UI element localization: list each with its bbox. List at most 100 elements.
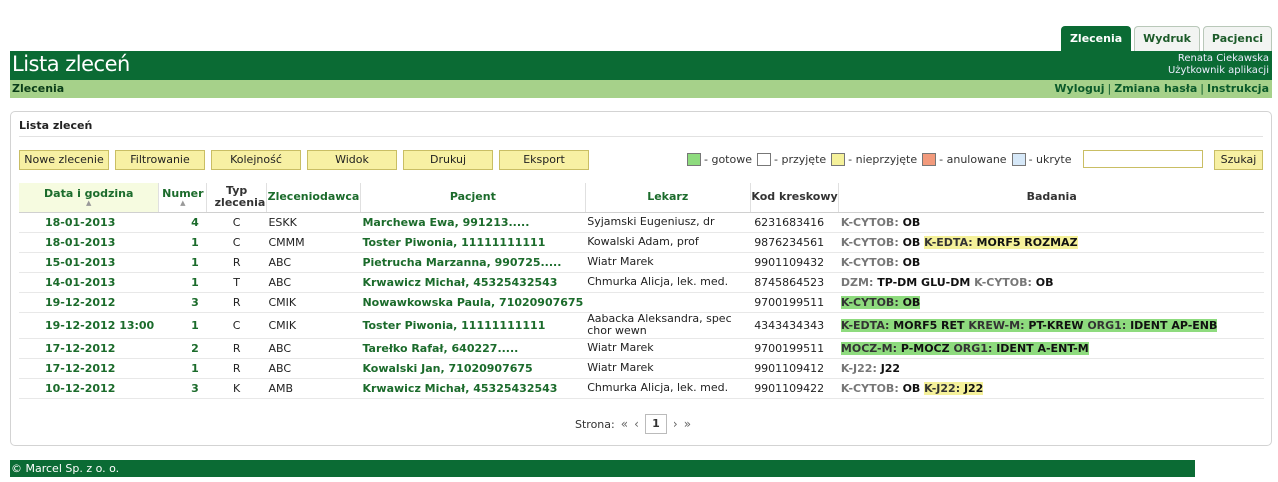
cell-type: K [206, 378, 267, 399]
cell-doctor: Chmurka Alicja, lek. med. [585, 378, 751, 399]
test-group: DZM: TP-DM GLU-DM K-CYTOB: OB [841, 276, 1054, 289]
cell-orderer: CMIK [266, 292, 361, 313]
test-code: K-CYTOB: [840, 381, 899, 395]
test-group: K-CYTOB: OB [840, 295, 921, 309]
cell-patient[interactable]: Toster Piwonia, 11111111111 [360, 232, 586, 253]
cell-barcode: 6231683416 [750, 212, 839, 233]
tab-wydruk[interactable]: Wydruk [1134, 26, 1200, 51]
cell-patient[interactable]: Toster Piwonia, 11111111111 [360, 312, 586, 339]
cell-doctor: Aabacka Aleksandra, spec chor wewn [585, 312, 751, 339]
cell-patient[interactable]: Kowalski Jan, 71020907675 [360, 358, 586, 379]
cell-patient[interactable]: Marchewa Ewa, 991213..... [360, 212, 586, 233]
view-button[interactable]: Widok [307, 150, 397, 170]
orders-panel: Lista zleceń Nowe zlecenie Filtrowanie K… [10, 111, 1272, 446]
cell-patient[interactable]: Krwawicz Michał, 45325432543 [360, 272, 586, 293]
user-role: Użytkownik aplikacji [1167, 65, 1269, 76]
cell-type: C [206, 232, 267, 253]
new-order-button[interactable]: Nowe zlecenie [19, 150, 109, 170]
toolbar: Nowe zlecenie Filtrowanie Kolejność Wido… [19, 150, 589, 170]
cell-tests: K-CYTOB: OB K-EDTA: MORF5 ROZMAZ [838, 232, 1264, 253]
column-header-orderer[interactable]: Zleceniodawca [265, 183, 361, 213]
table-row[interactable]: 17-12-2012 1 R ABC Kowalski Jan, 71020907675… [19, 358, 1264, 379]
column-header-doctor[interactable]: Lekarz [584, 183, 751, 213]
cell-date[interactable]: 18-01-2013 [19, 212, 159, 233]
table-row[interactable]: 19-12-2012 3 R CMIK Nowawkowska Paula, 71020… [19, 292, 1264, 313]
sort-arrow-icon: ▲ [86, 199, 92, 208]
cell-type: R [206, 358, 267, 379]
test-code: K-EDTA: [924, 235, 973, 249]
cell-doctor: Chmurka Alicja, lek. med. [585, 272, 751, 293]
cell-barcode: 9876234561 [750, 232, 839, 253]
column-header-type[interactable]: Typ zlecenia [206, 183, 267, 213]
column-header-patient[interactable]: Pacjent [359, 183, 586, 213]
cell-type: C [206, 312, 267, 339]
legend-item: - ukryte [1011, 153, 1071, 166]
cell-number: 1 [158, 252, 207, 273]
table-row[interactable]: 18-01-2013 1 C CMMM Toster Piwonia, 11111111… [19, 232, 1264, 253]
test-code: K-CYTOB: [840, 215, 899, 229]
table-row[interactable]: 10-12-2012 3 K AMB Krwawicz Michał, 45325432… [19, 378, 1264, 399]
legend-label: - przyjęte [774, 153, 827, 166]
print-button[interactable]: Drukuj [403, 150, 493, 170]
search-input[interactable] [1083, 150, 1203, 168]
cell-date[interactable]: 15-01-2013 [19, 252, 159, 273]
test-value: OB [1035, 275, 1054, 289]
search-button[interactable]: Szukaj [1214, 150, 1263, 170]
cell-barcode: 4343434343 [750, 312, 839, 339]
sort-order-button[interactable]: Kolejność [211, 150, 301, 170]
first-page-icon[interactable]: « [621, 417, 628, 431]
cell-date[interactable]: 10-12-2012 [19, 378, 159, 399]
current-page[interactable]: 1 [644, 414, 667, 434]
test-group: K-EDTA: MORF5 ROZMAZ [924, 235, 1078, 249]
legend-label: - gotowe [704, 153, 752, 166]
cell-type: R [206, 338, 267, 359]
cell-date[interactable]: 14-01-2013 [19, 272, 159, 293]
cell-date[interactable]: 17-12-2012 [19, 338, 159, 359]
link-separator: | [1107, 82, 1112, 95]
next-page-icon[interactable]: › [673, 417, 678, 431]
cell-patient[interactable]: Nowawkowska Paula, 71020907675 [360, 292, 586, 313]
cell-date[interactable]: 19-12-2012 13:00 [19, 312, 159, 339]
tab-zlecenia[interactable]: Zlecenia [1060, 26, 1132, 51]
test-code: K-CYTOB: [840, 255, 899, 269]
table-row[interactable]: 19-12-2012 13:00 1 C CMIK Toster Piwonia, 11… [19, 312, 1264, 339]
cell-orderer: CMIK [266, 312, 361, 339]
legend-item: - nieprzyjęte [831, 153, 917, 166]
cell-date[interactable]: 19-12-2012 [19, 292, 159, 313]
cell-patient[interactable]: Tarełko Rafał, 640227..... [360, 338, 586, 359]
cell-orderer: ABC [266, 358, 361, 379]
sort-arrow-icon: ▲ [180, 199, 186, 208]
table-row[interactable]: 15-01-2013 1 R ABC Pietrucha Marzanna, 99072… [19, 252, 1264, 273]
change-password-link[interactable]: Zmiana hasła [1114, 82, 1197, 95]
tab-pacjenci[interactable]: Pacjenci [1202, 26, 1272, 51]
column-header-barcode[interactable]: Kod kreskowy [749, 183, 839, 213]
cell-date[interactable]: 17-12-2012 [19, 358, 159, 379]
test-value: IDENT AP-ENB [1130, 318, 1218, 332]
filter-button[interactable]: Filtrowanie [115, 150, 205, 170]
column-header-number[interactable]: Numer ▲ [158, 183, 207, 213]
legend-swatch [922, 153, 937, 166]
pagination: Strona: « ‹ 1 › » [575, 414, 691, 434]
cell-orderer: ABC [266, 272, 361, 293]
last-page-icon[interactable]: » [684, 417, 691, 431]
cell-date[interactable]: 18-01-2013 [19, 232, 159, 253]
copyright-text: © Marcel Sp. z o. o. [11, 462, 120, 475]
table-row[interactable]: 17-12-2012 2 R ABC Tarełko Rafał, 640227....… [19, 338, 1264, 359]
table-row[interactable]: 14-01-2013 1 T ABC Krwawicz Michał, 45325432… [19, 272, 1264, 293]
previous-page-icon[interactable]: ‹ [634, 417, 639, 431]
column-header-date[interactable]: Data i godzina ▲ [19, 183, 159, 213]
export-button[interactable]: Eksport [499, 150, 589, 170]
cell-barcode: 8745864523 [750, 272, 839, 293]
pagination-label: Strona: [575, 417, 615, 431]
cell-patient[interactable]: Pietrucha Marzanna, 990725..... [360, 252, 586, 273]
logout-link[interactable]: Wyloguj [1054, 82, 1104, 95]
table-row[interactable]: 18-01-2013 4 C ESKK Marchewa Ewa, 991213....… [19, 212, 1264, 233]
cell-patient[interactable]: Krwawicz Michał, 45325432543 [360, 378, 586, 399]
test-value: MORF5 RET [893, 318, 965, 332]
test-code: K-CYTOB: [974, 275, 1032, 289]
cell-tests: K-CYTOB: OB [838, 292, 1264, 313]
instructions-link[interactable]: Instrukcja [1207, 82, 1269, 95]
legend-label: - anulowane [939, 153, 1007, 166]
column-header-tests[interactable]: Badania [838, 183, 1264, 213]
legend-swatch [757, 153, 771, 166]
